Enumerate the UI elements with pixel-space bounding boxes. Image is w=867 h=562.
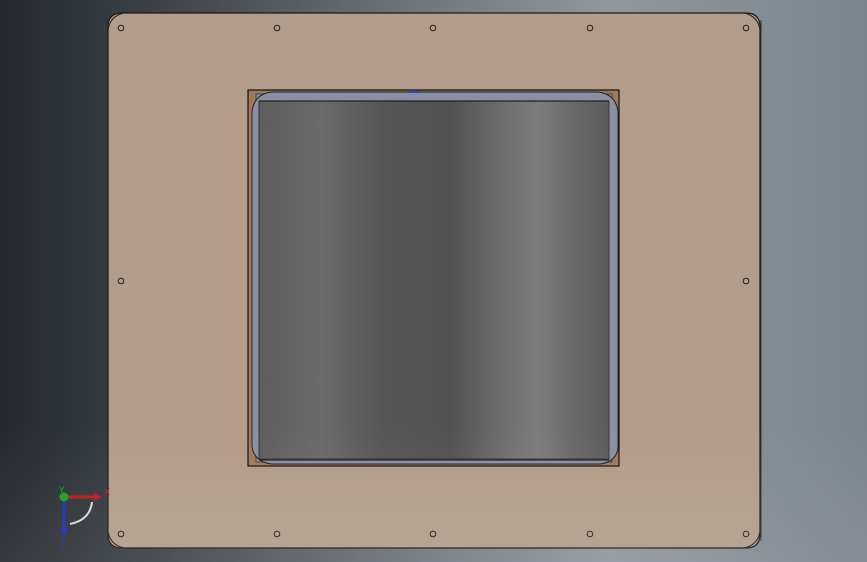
z-axis-label: Z	[60, 538, 66, 548]
y-axis-label: Y	[58, 486, 65, 496]
display-screen[interactable]	[258, 100, 610, 460]
z-axis-arrow	[60, 528, 68, 536]
top-marker	[409, 91, 419, 93]
x-axis-label: X	[104, 488, 110, 498]
window-assembly[interactable]	[247, 89, 620, 467]
x-axis-arrow	[94, 493, 102, 501]
model-view[interactable]: X Y Z	[0, 0, 867, 562]
reference-triad[interactable]: X Y Z	[58, 486, 110, 548]
graphics-viewport[interactable]: X Y Z	[0, 0, 867, 562]
triad-arc	[69, 501, 93, 525]
